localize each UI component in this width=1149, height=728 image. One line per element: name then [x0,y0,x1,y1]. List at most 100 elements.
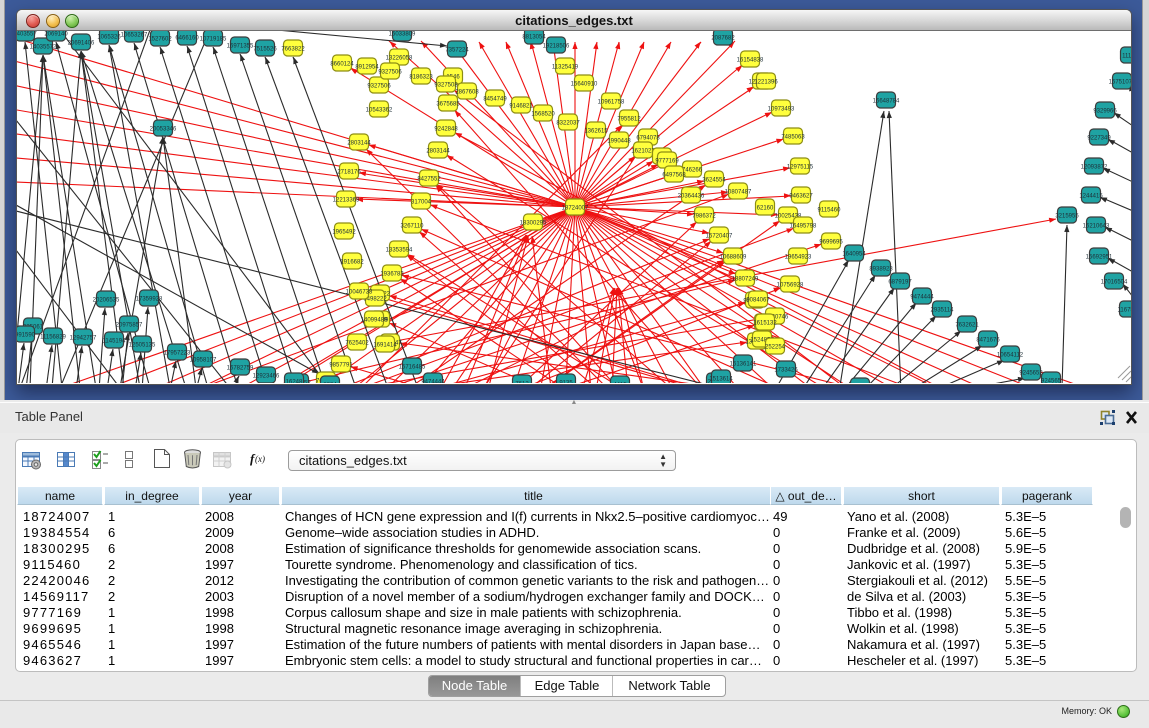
svg-text:14035572: 14035572 [30,45,57,51]
svg-text:7485063: 7485063 [781,135,805,141]
svg-text:2867608: 2867608 [455,90,479,96]
svg-text:7986372: 7986372 [692,214,716,220]
svg-text:18300295: 18300295 [520,221,547,227]
svg-text:9327508: 9327508 [434,83,458,89]
svg-text:17957223: 17957223 [164,351,191,357]
svg-text:11325419: 11325419 [552,65,579,71]
svg-text:1691414: 1691414 [373,343,397,349]
svg-text:15716485: 15716485 [399,365,426,371]
svg-text:8186323: 8186323 [409,75,433,81]
svg-text:8471676: 8471676 [976,338,1000,344]
svg-text:10719185: 10719185 [200,37,227,43]
svg-text:15136141: 15136141 [730,362,757,368]
svg-text:1513614: 1513614 [709,377,733,383]
svg-text:8938923: 8938923 [869,267,893,273]
svg-text:7663822: 7663822 [281,47,305,53]
svg-text:9474444: 9474444 [910,295,934,301]
svg-text:11123: 11123 [1122,54,1131,60]
svg-text:16154838: 16154838 [737,58,764,64]
svg-text:3624554: 3624554 [702,178,726,184]
svg-text:252254: 252254 [765,345,786,351]
svg-text:1065326: 1065326 [97,35,121,41]
svg-text:12923466: 12923466 [253,374,280,380]
svg-text:3215955: 3215955 [1055,214,1079,220]
svg-text:20053346: 20053346 [150,127,177,133]
svg-text:9146821: 9146821 [509,104,533,110]
svg-text:1965492: 1965492 [332,230,356,236]
svg-text:12975115: 12975115 [787,165,814,171]
svg-text:317004: 317004 [411,200,432,206]
svg-text:9857791: 9857791 [329,363,353,369]
svg-text:16782759: 16782759 [227,366,254,372]
svg-text:10046738: 10046738 [346,290,373,296]
svg-text:16033809: 16033809 [389,32,416,38]
svg-text:1621022: 1621022 [631,149,655,155]
svg-text:9327506: 9327506 [378,70,402,76]
svg-text:9474444: 9474444 [421,380,445,384]
svg-text:1640954: 1640954 [842,252,866,258]
svg-text:12942757: 12942757 [70,336,97,342]
svg-text:16971355: 16971355 [227,44,254,50]
svg-text:1733426: 1733426 [774,368,798,374]
svg-text:9115460: 9115460 [818,208,842,214]
svg-text:1221396: 1221396 [754,80,778,86]
svg-text:3675685: 3675685 [436,102,460,108]
svg-text:10688609: 10688609 [720,255,747,261]
svg-text:15720407: 15720407 [706,234,733,240]
svg-text:15692951: 15692951 [1086,255,1113,261]
svg-text:7955812: 7955812 [617,117,641,123]
svg-text:8454749: 8454749 [483,97,507,103]
svg-text:19654923: 19654923 [785,255,812,261]
svg-text:7625402: 7625402 [345,341,369,347]
svg-text:9327506: 9327506 [367,84,391,90]
svg-text:12505135: 12505135 [129,343,156,349]
svg-text:13353594: 13353594 [386,248,413,254]
svg-text:1403557: 1403557 [17,32,37,38]
svg-text:7632621: 7632621 [955,323,979,329]
svg-text:9329966: 9329966 [1093,109,1117,115]
svg-text:2935114: 2935114 [931,308,955,314]
svg-text:10973493: 10973493 [768,107,795,113]
svg-text:16648784: 16648784 [873,99,900,105]
svg-text:1615132: 1615132 [753,321,777,327]
svg-text:17016504: 17016504 [1101,280,1128,286]
svg-text:10756928: 10756928 [777,283,804,289]
svg-text:8813054: 8813054 [522,35,546,41]
svg-text:10958107: 10958107 [190,358,217,364]
svg-text:6879197: 6879197 [888,280,912,286]
svg-text:20206535: 20206535 [93,298,120,304]
svg-text:7357224: 7357224 [445,48,469,54]
svg-text:10807487: 10807487 [725,190,752,196]
svg-text:16210643: 16210643 [1083,224,1110,230]
svg-text:20975857: 20975857 [116,323,143,329]
svg-text:2069140: 2069140 [44,32,68,38]
svg-text:9777169: 9777169 [655,159,679,165]
svg-text:20691406: 20691406 [68,41,95,47]
svg-text:10543362: 10543362 [366,108,393,114]
svg-text:9463627: 9463627 [789,194,813,200]
svg-text:1936783: 1936783 [380,272,404,278]
svg-text:9135: 9135 [559,381,573,384]
svg-text:7612: 7612 [515,382,529,384]
svg-text:8224: 8224 [323,383,337,384]
svg-text:15640910: 15640910 [571,82,598,88]
svg-text:4415: 4415 [613,383,627,384]
svg-text:8660124: 8660124 [330,62,354,68]
svg-text:12213369: 12213369 [333,198,360,204]
svg-text:6794078: 6794078 [636,136,660,142]
svg-text:9242848: 9242848 [434,127,458,133]
svg-text:6466160: 6466160 [175,36,199,42]
svg-text:12093872: 12093872 [1081,165,1108,171]
svg-text:16495798: 16495798 [790,224,817,230]
svg-text:10961758: 10961758 [598,100,625,106]
svg-text:1568520: 1568520 [531,112,555,118]
svg-text:2803144: 2803144 [426,149,450,155]
svg-text:8912954: 8912954 [355,65,379,71]
svg-text:9227349: 9227349 [1087,136,1111,142]
svg-text:7515526: 7515526 [253,47,277,53]
svg-text:10653267: 10653267 [121,33,148,39]
svg-text:2718176: 2718176 [337,170,361,176]
svg-text:11156829: 11156829 [40,335,66,341]
svg-text:10654112: 10654112 [997,353,1024,359]
svg-text:6497568: 6497568 [662,173,686,179]
